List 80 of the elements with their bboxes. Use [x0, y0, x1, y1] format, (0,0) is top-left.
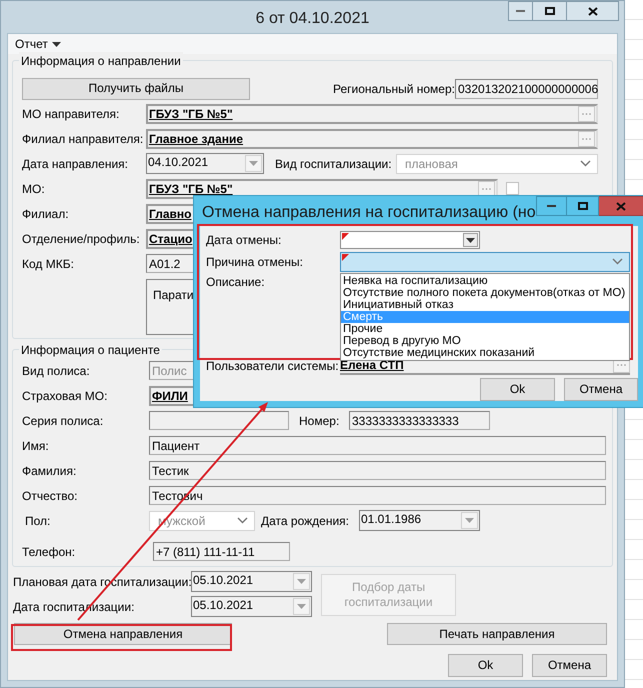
text-field[interactable]: +7 (811) 111-11-11 [153, 542, 290, 561]
minimize-button[interactable] [508, 1, 533, 21]
field-label: Вид госпитализации: [275, 156, 393, 172]
dropdown-arrow-icon [465, 518, 474, 523]
field-label: Дата направления: [22, 156, 129, 172]
dropdown-arrow-icon [297, 579, 306, 584]
dropdown-button[interactable] [463, 233, 478, 247]
dropdown-option[interactable]: Неявка на госпитализацию [341, 275, 629, 287]
field-label: МО: [22, 180, 46, 198]
text-field[interactable]: 3333333333333333 [349, 411, 490, 430]
minimize-button[interactable] [536, 196, 567, 216]
combo-box[interactable] [340, 252, 630, 272]
maximize-button[interactable] [533, 1, 567, 21]
dropdown-option[interactable]: Отсутствие полного покета документов(отказ от МО) [341, 287, 629, 299]
button[interactable]: Ok [480, 378, 555, 401]
field-label: Филиал направителя: [22, 130, 144, 148]
text-field[interactable] [149, 411, 289, 430]
field-label: Серия полиса: [22, 412, 104, 430]
minimize-icon [546, 205, 556, 207]
button[interactable]: Отмена [532, 654, 607, 677]
chevron-down-icon [580, 160, 591, 167]
maximize-icon [544, 7, 554, 15]
field-label: Номер: [299, 412, 340, 430]
chevron-down-icon [612, 258, 623, 265]
button[interactable]: Получить файлы [22, 78, 250, 100]
close-button[interactable] [567, 1, 619, 21]
field-label: Страховая МО: [22, 388, 108, 404]
dropdown-arrow-icon [52, 42, 61, 46]
chevron-down-icon [237, 517, 248, 524]
maximize-icon [578, 202, 588, 210]
field-label: Региональный номер: [333, 80, 455, 98]
dropdown-option[interactable]: Отсутствие медицинских показаний [341, 347, 629, 359]
text-field[interactable]: Пациент [149, 436, 606, 455]
required-marker-icon [342, 233, 349, 240]
browse-button[interactable] [478, 180, 495, 196]
button[interactable]: Ok [448, 654, 523, 677]
date-field[interactable]: 04.10.2021 [146, 153, 264, 174]
field-label: Дата отмены: [206, 232, 282, 249]
field-label: Отчество: [22, 488, 78, 504]
field-label: Дата рождения: [261, 512, 350, 530]
date-field[interactable] [340, 231, 480, 249]
minimize-icon [516, 10, 525, 12]
field-label: Пользователи системы: [206, 358, 340, 375]
text-field[interactable]: 032013202100000000006 [455, 78, 598, 98]
close-icon [588, 6, 598, 16]
field-label: Код МКБ: [22, 256, 75, 272]
required-marker-icon [342, 254, 349, 260]
field-label: Филиал: [22, 206, 70, 222]
lookup-field[interactable]: ГБУЗ "ГБ №5" [146, 104, 598, 124]
button[interactable]: Отмена [564, 378, 638, 401]
date-field[interactable]: 01.01.1986 [359, 510, 480, 531]
dropdown-option[interactable]: Перевод в другую МО [341, 335, 629, 347]
field-label: Фамилия: [22, 462, 78, 480]
browse-button[interactable] [578, 130, 595, 146]
group-title: Информация о направлении [19, 52, 183, 70]
field-label: МО направителя: [22, 106, 120, 122]
window-title: 6 от 04.10.2021 [254, 9, 370, 29]
dropdown-option[interactable]: Прочие [341, 323, 629, 335]
close-icon [616, 202, 626, 210]
field-label: Телефон: [22, 544, 76, 560]
button[interactable]: Отмена направления [14, 623, 232, 645]
dialog-title: Отмена направления на госпитализацию (но [201, 203, 536, 223]
browse-button[interactable] [578, 106, 595, 122]
field-label: Отделение/профиль: [22, 230, 141, 248]
field-label: Вид полиса: [22, 362, 91, 380]
date-field[interactable]: 05.10.2021 [191, 596, 312, 617]
field-label: Причина отмены: [206, 254, 304, 270]
lookup-field[interactable]: Главное здание [146, 128, 598, 148]
field-label: Описание: [206, 274, 265, 291]
text-field[interactable]: Тестик [149, 461, 606, 480]
dropdown-arrow-icon [249, 161, 258, 166]
dropdown-arrow-icon [297, 604, 306, 609]
date-field[interactable]: 05.10.2021 [191, 571, 312, 592]
field-label: Пол: [24, 512, 52, 530]
button[interactable]: Печать направления [387, 623, 607, 645]
field-label: Имя: [22, 438, 50, 454]
menu-item[interactable]: Отчет [15, 35, 61, 53]
dropdown-arrow-icon [466, 238, 475, 242]
dropdown-option[interactable]: Инициативный отказ [341, 299, 629, 311]
checkbox[interactable] [506, 182, 519, 195]
